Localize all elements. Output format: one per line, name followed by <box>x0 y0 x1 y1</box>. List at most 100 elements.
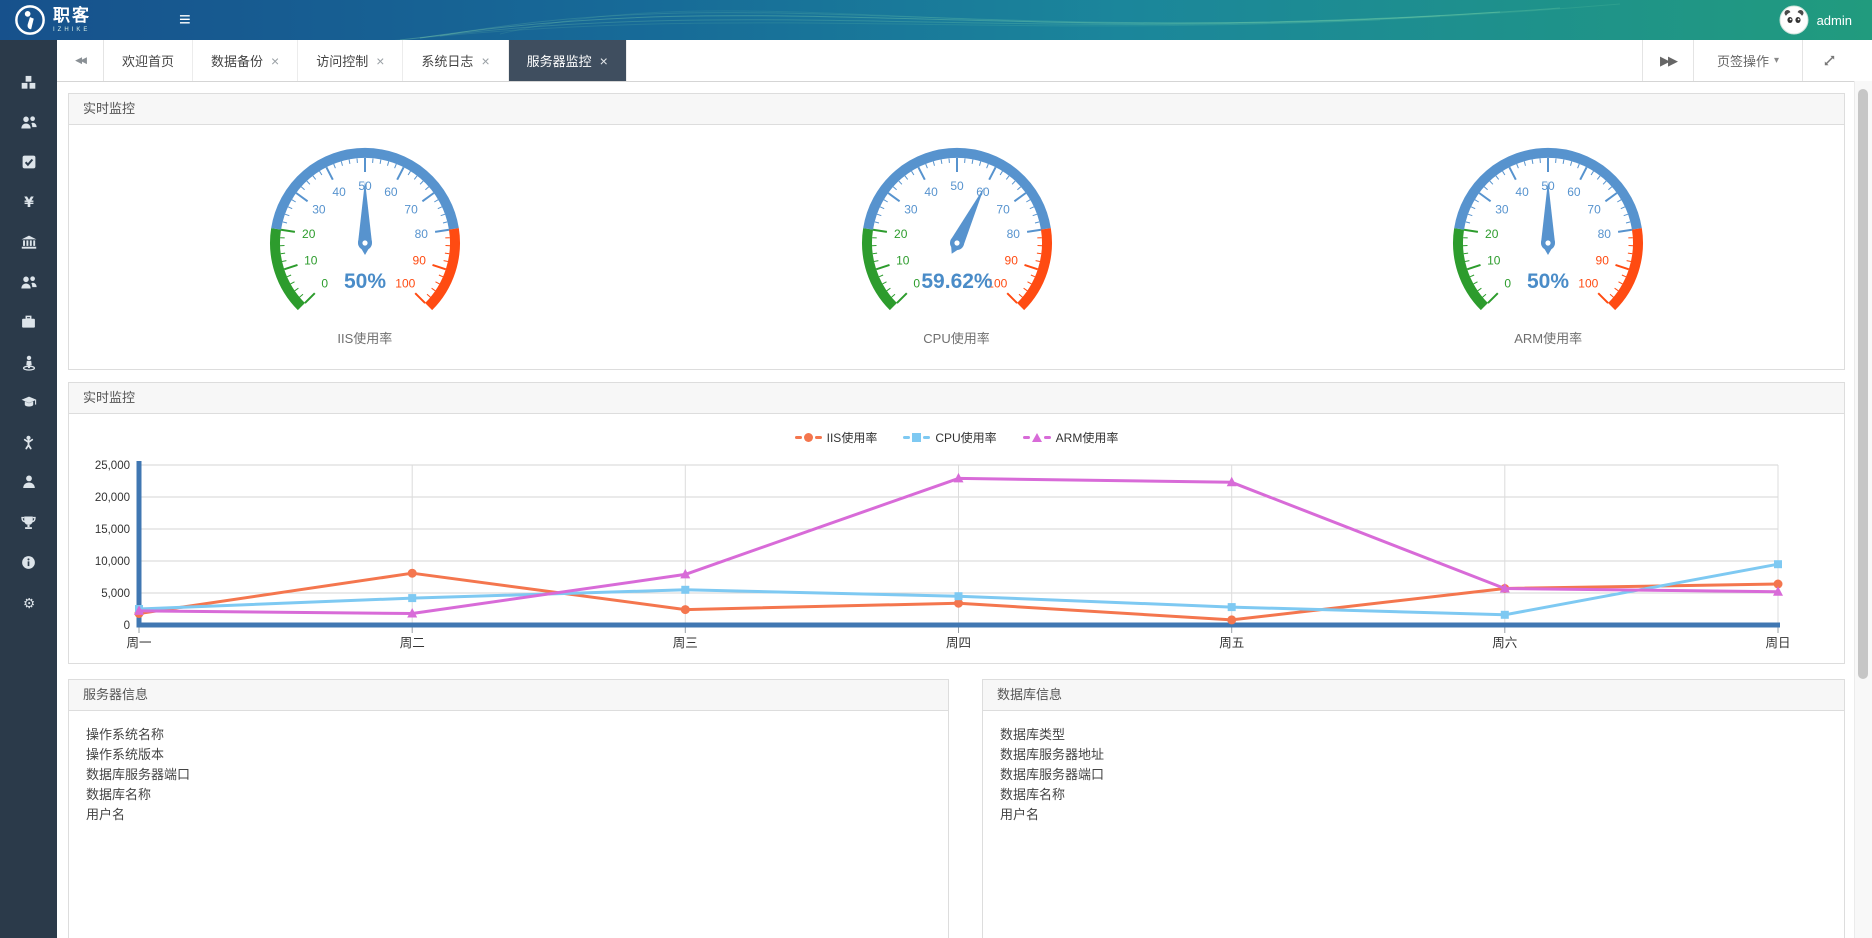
legend-item-1[interactable]: IIS使用率 <box>795 429 878 446</box>
legend-label: CPU使用率 <box>935 429 996 446</box>
user-menu[interactable]: admin <box>1779 5 1872 35</box>
svg-text:59.62%: 59.62% <box>921 270 993 293</box>
sidebar-item-trophy[interactable] <box>0 502 57 542</box>
users-icon <box>20 113 38 131</box>
gauge-svg: 010203040506070809010059.62% <box>837 127 1077 319</box>
server-info-list: 操作系统名称操作系统版本数据库服务器端口数据库名称用户名 <box>69 711 948 825</box>
sidebar-item-users[interactable] <box>0 102 57 142</box>
svg-text:0: 0 <box>321 276 328 290</box>
tabbar-actions: ▶▶ 页签操作 ▾ <box>1642 40 1855 81</box>
sidebar-item-graduation-cap[interactable] <box>0 382 57 422</box>
gauge-cpu: 010203040506070809010059.62% CPU使用率 <box>661 127 1253 369</box>
database-info-item: 用户名 <box>1000 805 1844 825</box>
sidebar-item-child[interactable] <box>0 422 57 462</box>
user-avatar <box>1779 5 1809 35</box>
tab-actions-label: 页签操作 <box>1717 51 1769 70</box>
svg-text:80: 80 <box>414 227 428 241</box>
gauge-svg: 010203040506070809010050% <box>245 127 485 319</box>
line-chart-svg: 周一周二周三周四周五周六周日05,00010,00015,00020,00025… <box>69 453 1844 659</box>
svg-text:30: 30 <box>904 203 918 217</box>
svg-text:40: 40 <box>1516 185 1530 199</box>
sidebar-item-yen[interactable]: ¥ <box>0 182 57 222</box>
tab-1[interactable]: 欢迎首页 <box>104 40 193 81</box>
database-info-item: 数据库服务器端口 <box>1000 765 1844 785</box>
svg-text:周日: 周日 <box>1765 636 1790 650</box>
user-icon <box>20 473 38 491</box>
chart-legend: IIS使用率 CPU使用率 ARM使用率 <box>69 427 1844 447</box>
database-info-item: 数据库服务器地址 <box>1000 745 1844 765</box>
legend-item-2[interactable]: CPU使用率 <box>903 429 996 446</box>
chart-panel-title: 实时监控 <box>69 383 1844 414</box>
svg-text:60: 60 <box>384 185 398 199</box>
tab-close-icon[interactable]: × <box>376 54 384 68</box>
app-logo[interactable]: 职客 IZHIKE <box>0 0 91 40</box>
svg-text:周五: 周五 <box>1219 636 1244 650</box>
tab-label: 欢迎首页 <box>122 51 174 70</box>
tab-label: 系统日志 <box>421 51 473 70</box>
svg-text:50: 50 <box>950 179 964 193</box>
sidebar-item-users2[interactable] <box>0 262 57 302</box>
server-info-item: 数据库服务器端口 <box>86 765 948 785</box>
sidebar-item-cubes[interactable] <box>0 62 57 102</box>
main-content: 实时监控 010203040506070809010050%IIS使用率 010… <box>57 81 1855 938</box>
sidebar-item-cogs[interactable]: ⚙ <box>0 582 57 622</box>
svg-text:10: 10 <box>1487 254 1501 268</box>
tab-close-icon[interactable]: × <box>600 54 608 68</box>
tabs-scroll-right-button[interactable]: ▶▶ <box>1642 40 1693 81</box>
info-row: 服务器信息 操作系统名称操作系统版本数据库服务器端口数据库名称用户名 数据库信息… <box>68 679 1845 938</box>
tabs-scroll-left-button[interactable]: ◀◀ <box>57 40 104 81</box>
server-info-item: 用户名 <box>86 805 948 825</box>
gauge-title: CPU使用率 <box>661 328 1253 347</box>
sidebar-menu: ¥⚙ <box>0 40 57 938</box>
server-info-item: 数据库名称 <box>86 785 948 805</box>
cogs-icon: ⚙ <box>20 593 38 611</box>
svg-text:25,000: 25,000 <box>95 460 130 472</box>
tab-3[interactable]: 访问控制 × <box>298 40 403 81</box>
tab-actions-dropdown[interactable]: 页签操作 ▾ <box>1693 40 1802 81</box>
tab-close-icon[interactable]: × <box>481 54 489 68</box>
fullscreen-button[interactable] <box>1802 40 1855 81</box>
briefcase-icon <box>20 313 38 331</box>
logo-text: 职客 IZHIKE <box>53 7 91 33</box>
legend-item-3[interactable]: ARM使用率 <box>1023 429 1119 446</box>
tab-4[interactable]: 系统日志 × <box>403 40 508 81</box>
graduation-cap-icon <box>20 393 38 411</box>
legend-label: IIS使用率 <box>827 429 878 446</box>
sidebar-item-briefcase[interactable] <box>0 302 57 342</box>
fullscreen-icon <box>1822 53 1837 68</box>
tab-label: 访问控制 <box>316 51 368 70</box>
svg-text:100: 100 <box>395 276 415 290</box>
trophy-icon <box>20 513 38 531</box>
sidebar-item-check-square[interactable] <box>0 142 57 182</box>
gauge-iis: 010203040506070809010050%IIS使用率 <box>69 127 661 369</box>
sidebar-item-street-view[interactable] <box>0 342 57 382</box>
check-square-icon <box>20 153 38 171</box>
menu-toggle-icon[interactable]: ≡ <box>169 0 201 40</box>
tab-2[interactable]: 数据备份× <box>193 40 298 81</box>
svg-text:⚙: ⚙ <box>22 595 34 610</box>
server-panel-title: 服务器信息 <box>69 680 948 711</box>
sidebar-item-bank[interactable] <box>0 222 57 262</box>
line-chart: 周一周二周三周四周五周六周日05,00010,00015,00020,00025… <box>69 447 1844 663</box>
svg-text:0: 0 <box>124 620 130 632</box>
sidebar-item-info[interactable] <box>0 542 57 582</box>
tab-list: 欢迎首页数据备份×访问控制×系统日志×服务器监控× <box>104 40 627 81</box>
scrollbar-thumb[interactable] <box>1858 89 1868 679</box>
chevron-down-icon: ▾ <box>1774 55 1779 66</box>
bank-icon <box>20 233 38 251</box>
svg-text:70: 70 <box>996 203 1010 217</box>
svg-text:5,000: 5,000 <box>101 588 130 600</box>
database-info-item: 数据库名称 <box>1000 785 1844 805</box>
page-scrollbar <box>1854 81 1872 938</box>
svg-text:50%: 50% <box>344 270 386 293</box>
logo-subtitle: IZHIKE <box>53 27 91 33</box>
gauge-panel-title: 实时监控 <box>69 94 1844 125</box>
svg-text:周一: 周一 <box>126 636 151 650</box>
svg-text:80: 80 <box>1598 227 1612 241</box>
tab-close-icon[interactable]: × <box>271 54 279 68</box>
tab-5[interactable]: 服务器监控× <box>509 40 627 81</box>
sidebar-item-user[interactable] <box>0 462 57 502</box>
gauge-svg: 010203040506070809010050% <box>1428 127 1668 319</box>
svg-text:周四: 周四 <box>946 636 971 650</box>
svg-text:20,000: 20,000 <box>95 492 130 504</box>
